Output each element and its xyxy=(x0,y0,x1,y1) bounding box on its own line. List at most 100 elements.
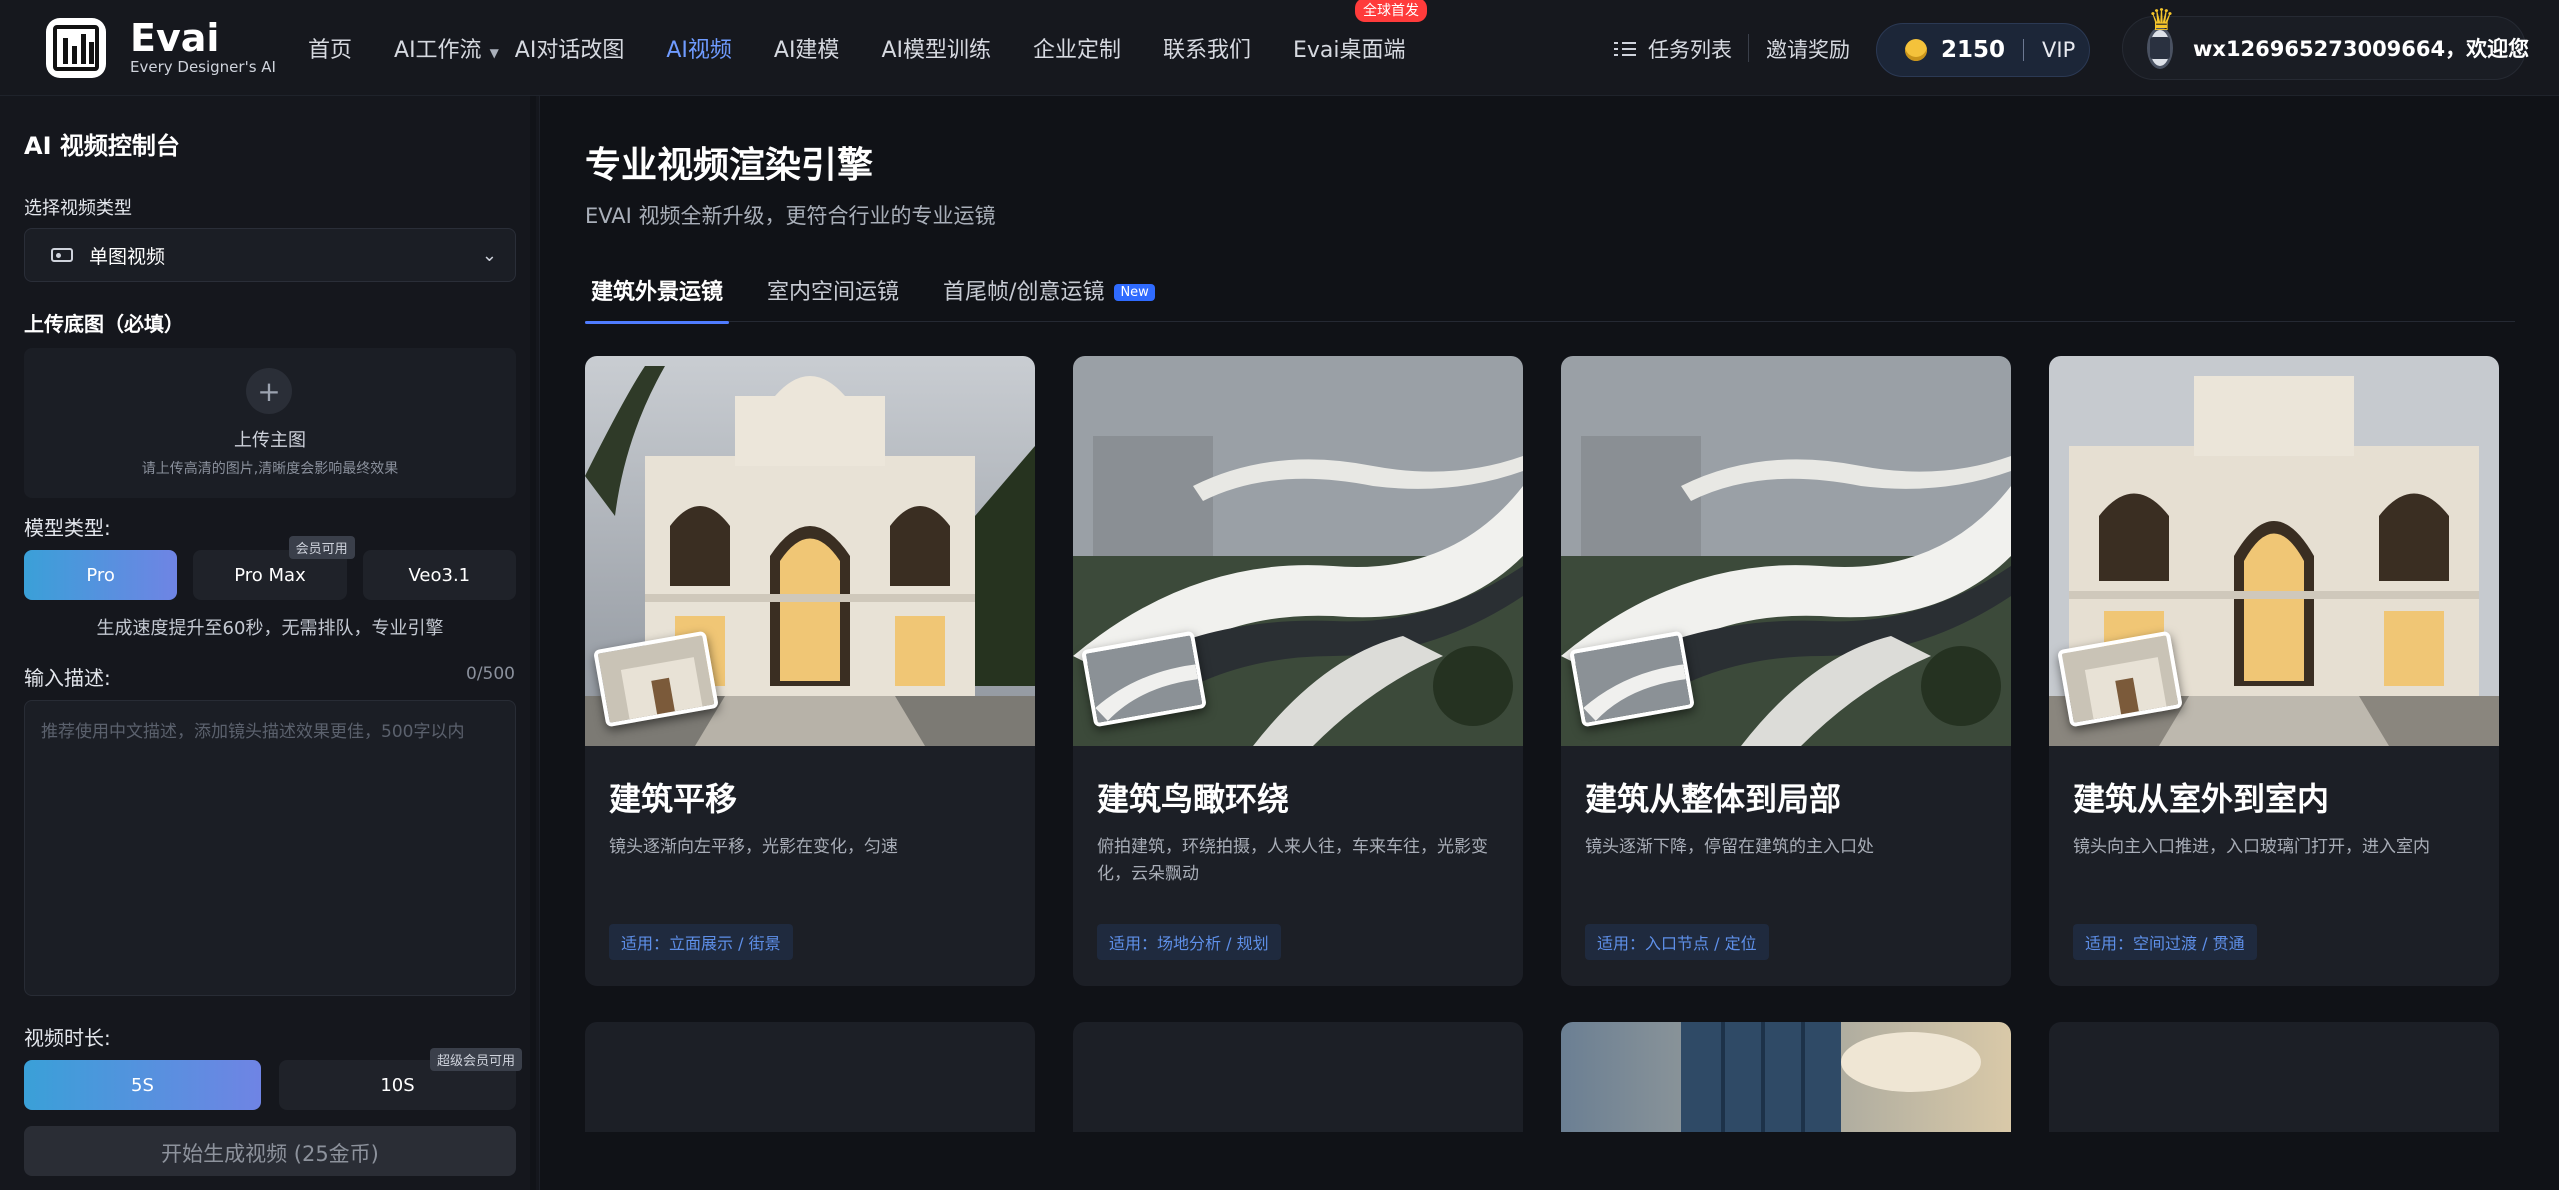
model-label: Pro Max xyxy=(234,564,306,586)
crown-icon: ♛ xyxy=(2148,3,2175,38)
video-control-panel: AI 视频控制台 选择视频类型 单图视频 ⌄ 上传底图（必填） + 上传主图 请… xyxy=(0,96,540,1190)
card-tag: 适用：空间过渡 / 贯通 xyxy=(2073,924,2257,960)
tab-creative[interactable]: 首尾帧/创意运镜 New xyxy=(937,266,1161,322)
model-selector: Pro Pro Max 会员可用 Veo3.1 xyxy=(24,536,516,600)
member-only-badge: 会员可用 xyxy=(288,536,355,559)
duration-label: 视频时长: xyxy=(24,1026,111,1050)
duration-text: 5S xyxy=(131,1074,154,1096)
plus-icon: + xyxy=(246,368,292,414)
model-type-label: 模型类型: xyxy=(24,516,111,540)
brand-name: Evai xyxy=(130,16,220,60)
vip-label: VIP xyxy=(2042,38,2076,62)
invite-reward-link[interactable]: 邀请奖励 xyxy=(1766,34,1850,64)
top-navigation-bar: Evai Every Designer's AI 首页 AI工作流 ▼ AI对话改… xyxy=(0,0,2559,96)
model-pro-max-button[interactable]: Pro Max 会员可用 xyxy=(193,536,355,600)
new-badge: New xyxy=(1114,284,1155,301)
brand[interactable]: Evai Every Designer's AI xyxy=(130,18,276,76)
upload-main-label: 上传主图 xyxy=(234,430,306,451)
template-card[interactable]: 建筑鸟瞰环绕 俯拍建筑，环绕拍摄，人来人往，车来车往，光影变化，云朵飘动 适用：… xyxy=(1073,356,1523,986)
card-description: 俯拍建筑，环绕拍摄，人来人往，车来车往，光影变化，云朵飘动 xyxy=(1097,837,1488,884)
template-card-placeholder[interactable] xyxy=(585,1022,1035,1132)
villa-preview-image xyxy=(585,356,1035,746)
sidebar-scrollbar[interactable] xyxy=(530,96,536,1190)
nav-label: AI模型训练 xyxy=(881,38,991,63)
card-title: 建筑平移 xyxy=(609,780,738,818)
camera-icon xyxy=(51,248,73,262)
nav-item-video[interactable]: AI视频 xyxy=(666,32,732,64)
camera-move-tabs: 建筑外景运镜 室内空间运镜 首尾帧/创意运镜 New xyxy=(585,266,2515,324)
evai-logo[interactable] xyxy=(46,18,106,78)
nav-item-modeling[interactable]: AI建模 xyxy=(774,32,840,64)
tab-label: 室内空间运镜 xyxy=(767,280,900,305)
template-card-placeholder[interactable] xyxy=(1073,1022,1523,1132)
nav-item-workflow[interactable]: AI工作流 ▼ xyxy=(394,32,499,64)
task-list-label: 任务列表 xyxy=(1648,38,1732,62)
coin-count: 2150 xyxy=(1941,37,2006,63)
entrance-preview-image xyxy=(2049,356,2499,746)
page-title: 专业视频渲染引擎 xyxy=(585,145,874,186)
overview-preview-image xyxy=(1561,356,2011,746)
generate-video-button[interactable]: 开始生成视频 (25金币) xyxy=(24,1126,516,1176)
user-greeting: wx126965273009664，欢迎您 xyxy=(2193,37,2530,61)
card-description: 镜头向主入口推进，入口玻璃门打开，进入室内 xyxy=(2073,837,2430,857)
template-card[interactable]: 建筑从室外到室内 镜头向主入口推进，入口玻璃门打开，进入室内 适用：空间过渡 /… xyxy=(2049,356,2499,986)
nav-item-model-training[interactable]: AI模型训练 xyxy=(881,32,991,64)
duration-10s-button[interactable]: 10S 超级会员可用 xyxy=(279,1048,522,1110)
nav-item-home[interactable]: 首页 xyxy=(308,32,352,64)
nav-item-chat-edit[interactable]: AI对话改图 xyxy=(515,32,625,64)
main-nav: 首页 AI工作流 ▼ AI对话改图 AI视频 AI建模 AI模型训练 企业定制 联… xyxy=(308,0,1448,96)
nav-label: 首页 xyxy=(308,38,353,63)
upload-hint: 请上传高清的图片,清晰度会影响最终效果 xyxy=(141,461,399,477)
panel-title: AI 视频控制台 xyxy=(24,132,180,160)
card-description: 镜头逐渐向左平移，光影在变化，匀速 xyxy=(609,837,898,857)
card-title: 建筑从室外到室内 xyxy=(2073,780,2330,818)
chevron-down-icon: ⌄ xyxy=(481,245,497,266)
tab-label: 建筑外景运镜 xyxy=(591,280,724,305)
duration-text: 10S xyxy=(380,1074,415,1096)
description-textarea[interactable]: 推荐使用中文描述，添加镜头描述效果更佳，500字以内 xyxy=(24,700,516,996)
template-card[interactable] xyxy=(1561,1022,2011,1132)
main-content: 专业视频渲染引擎 EVAI 视频全新升级，更符合行业的专业运镜 建筑外景运镜 室… xyxy=(540,96,2559,1190)
template-card[interactable]: 建筑从整体到局部 镜头逐渐下降，停留在建筑的主入口处 适用：入口节点 / 定位 xyxy=(1561,356,2011,986)
nav-label: AI建模 xyxy=(773,38,840,63)
nav-label: 联系我们 xyxy=(1163,38,1252,63)
header-divider xyxy=(1748,34,1749,62)
tower-preview-image xyxy=(1561,1022,2011,1132)
duration-5s-button[interactable]: 5S xyxy=(24,1060,261,1110)
card-title: 建筑鸟瞰环绕 xyxy=(1097,780,1290,818)
card-tag: 适用：场地分析 / 规划 xyxy=(1097,924,1281,960)
nav-label: AI工作流 xyxy=(394,38,482,63)
video-type-label: 选择视频类型 xyxy=(24,198,132,219)
video-type-value: 单图视频 xyxy=(89,245,166,268)
nav-item-contact[interactable]: 联系我们 xyxy=(1163,32,1251,64)
coin-balance[interactable]: 2150 VIP xyxy=(1876,23,2090,77)
nav-item-desktop[interactable]: Evai桌面端 全球首发 xyxy=(1293,0,1428,64)
nav-item-enterprise[interactable]: 企业定制 xyxy=(1033,32,1121,64)
character-count: 0/500 xyxy=(466,664,515,684)
coin-icon xyxy=(1905,39,1927,61)
card-title: 建筑从整体到局部 xyxy=(1585,780,1842,818)
tab-interior[interactable]: 室内空间运镜 xyxy=(761,266,905,322)
task-list-button[interactable]: 任务列表 xyxy=(1614,34,1732,64)
card-tag: 适用：立面展示 / 街景 xyxy=(609,924,793,960)
nav-label: Evai桌面端 xyxy=(1293,38,1406,63)
video-type-select[interactable]: 单图视频 ⌄ xyxy=(24,228,516,282)
logo-mark-icon xyxy=(53,25,99,71)
model-pro-button[interactable]: Pro xyxy=(24,550,178,600)
speed-note: 生成速度提升至60秒，无需排队，专业引擎 xyxy=(96,618,444,639)
brand-tagline: Every Designer's AI xyxy=(130,58,276,76)
tab-exterior[interactable]: 建筑外景运镜 xyxy=(585,266,730,324)
description-label: 输入描述: xyxy=(24,666,111,690)
model-veo-button[interactable]: Veo3.1 xyxy=(362,550,516,600)
template-card-placeholder[interactable] xyxy=(2049,1022,2499,1132)
model-label: Veo3.1 xyxy=(408,564,471,586)
card-tag: 适用：入口节点 / 定位 xyxy=(1585,924,1769,960)
template-card[interactable]: 建筑平移 镜头逐渐向左平移，光影在变化，匀速 适用：立面展示 / 街景 xyxy=(585,356,1035,986)
super-member-badge: 超级会员可用 xyxy=(429,1048,522,1071)
upload-dropzone[interactable]: + 上传主图 请上传高清的图片,清晰度会影响最终效果 xyxy=(24,348,516,498)
page-subtitle: EVAI 视频全新升级，更符合行业的专业运镜 xyxy=(585,204,996,228)
user-menu[interactable]: wx126965273009664，欢迎您 xyxy=(2122,16,2530,80)
caret-down-icon: ▼ xyxy=(489,46,499,60)
nav-label: AI对话改图 xyxy=(514,38,625,63)
coin-separator xyxy=(2023,39,2025,61)
